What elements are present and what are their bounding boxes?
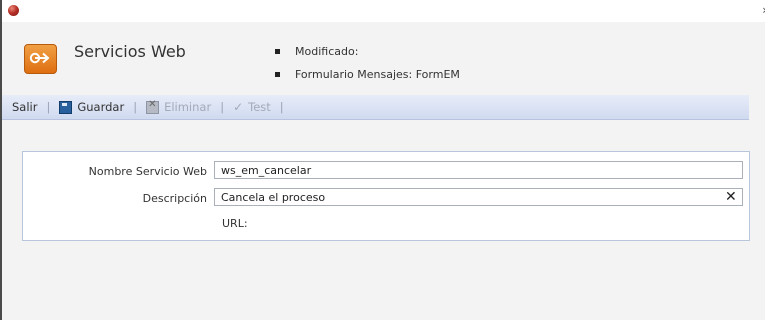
enter-arrow-icon bbox=[24, 44, 57, 74]
descripcion-input[interactable] bbox=[214, 188, 743, 206]
meta-item-label: Formulario Mensajes: FormEM bbox=[295, 68, 460, 81]
checkmark-icon: ✓ bbox=[233, 100, 244, 114]
bullet-icon bbox=[275, 72, 280, 77]
window-status-icon bbox=[8, 5, 19, 16]
url-label: URL: bbox=[222, 217, 248, 230]
meta-item-label: Modificado: bbox=[295, 45, 359, 58]
toolbar-separator: | bbox=[133, 100, 138, 114]
toolbar: Salir | Guardar | Eliminar | ✓ Test | bbox=[2, 95, 749, 120]
bullet-icon bbox=[275, 49, 280, 54]
window-titlebar: › bbox=[2, 0, 765, 22]
form-panel: Nombre Servicio Web Descripción ✕ URL: bbox=[22, 151, 750, 241]
nombre-servicio-input[interactable] bbox=[214, 161, 743, 179]
salir-label: Salir bbox=[12, 100, 38, 114]
toolbar-separator: | bbox=[279, 100, 284, 114]
toolbar-separator: | bbox=[220, 100, 225, 114]
page-header: Servicios Web Modificado: Formulario Men… bbox=[2, 32, 765, 90]
toolbar-separator: | bbox=[46, 100, 51, 114]
delete-icon bbox=[146, 99, 160, 114]
eliminar-button[interactable]: Eliminar bbox=[140, 99, 217, 114]
eliminar-label: Eliminar bbox=[164, 100, 212, 114]
test-label: Test bbox=[248, 100, 271, 114]
guardar-button[interactable]: Guardar bbox=[53, 100, 130, 114]
salir-button[interactable]: Salir bbox=[2, 100, 43, 114]
meta-item-modificado: Modificado: bbox=[275, 40, 460, 63]
nombre-label: Nombre Servicio Web bbox=[88, 165, 207, 178]
meta-item-formulario: Formulario Mensajes: FormEM bbox=[275, 63, 460, 86]
descripcion-label: Descripción bbox=[142, 192, 207, 205]
floppy-disk-icon bbox=[59, 100, 73, 114]
test-button[interactable]: ✓ Test bbox=[227, 100, 277, 114]
page-title: Servicios Web bbox=[74, 42, 186, 61]
meta-list: Modificado: Formulario Mensajes: FormEM bbox=[275, 40, 460, 86]
clear-icon[interactable]: ✕ bbox=[725, 189, 737, 205]
guardar-label: Guardar bbox=[77, 100, 125, 114]
